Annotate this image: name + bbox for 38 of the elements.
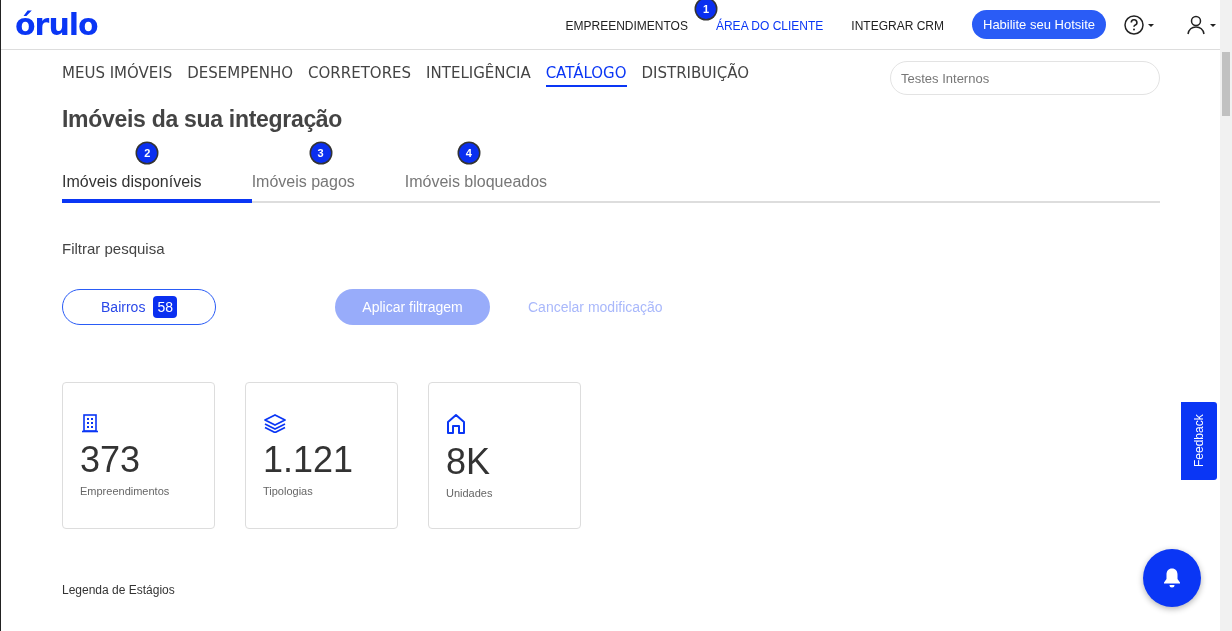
- stat-label: Unidades: [446, 487, 494, 499]
- user-icon[interactable]: [1186, 13, 1218, 36]
- tab[interactable]: Imóveis pagos: [251, 167, 405, 203]
- section-tab[interactable]: CATÁLOGO: [545, 64, 627, 87]
- number-badge: 2: [137, 143, 158, 163]
- tab[interactable]: Imóveis disponíveis: [62, 167, 252, 203]
- nav-link[interactable]: ÁREA DO CLIENTE: [715, 18, 824, 33]
- section-tab[interactable]: INTELIGÊNCIA: [426, 64, 531, 87]
- notification-button[interactable]: [1143, 549, 1201, 607]
- stat-label: Empreendimentos: [80, 485, 171, 497]
- number-badge: 4: [458, 143, 479, 163]
- number-badge: 1: [695, 0, 716, 19]
- filter-label: Filtrar pesquisa: [62, 240, 166, 257]
- help-icon[interactable]: [1124, 13, 1156, 36]
- logo[interactable]: órulo: [15, 7, 98, 42]
- stat-label: Tipologias: [263, 485, 314, 497]
- section-tab[interactable]: MEUS IMÓVEIS: [62, 64, 173, 87]
- search-field[interactable]: Testes Internos: [890, 61, 1160, 95]
- section-tab[interactable]: DISTRIBUIÇÃO: [641, 64, 749, 87]
- tab[interactable]: Imóveis bloqueados: [404, 167, 548, 203]
- stat-value: 373: [80, 439, 142, 481]
- bell-icon: [1162, 567, 1182, 589]
- number-badge: 3: [310, 143, 331, 163]
- feedback-button[interactable]: Feedback: [1181, 402, 1217, 480]
- building-icon: [80, 413, 100, 433]
- legend-title: Legenda de Estágios: [62, 583, 176, 597]
- filter-chip[interactable]: Bairros 58: [62, 289, 216, 325]
- stat-value: 8K: [446, 441, 492, 483]
- layers-icon: [263, 413, 287, 433]
- page-title: Imóveis da sua integração: [62, 106, 344, 133]
- section-tab[interactable]: DESEMPENHO: [187, 64, 294, 87]
- section-tab[interactable]: CORRETORES: [308, 64, 412, 87]
- nav-link[interactable]: INTEGRAR CRM: [851, 18, 944, 33]
- nav-link[interactable]: EMPREENDIMENTOS: [565, 18, 688, 33]
- house-icon: [446, 413, 466, 435]
- count-badge: 58: [153, 296, 177, 318]
- stat-value: 1.121: [263, 439, 355, 481]
- hotsite-button[interactable]: Habilite seu Hotsite: [972, 10, 1106, 39]
